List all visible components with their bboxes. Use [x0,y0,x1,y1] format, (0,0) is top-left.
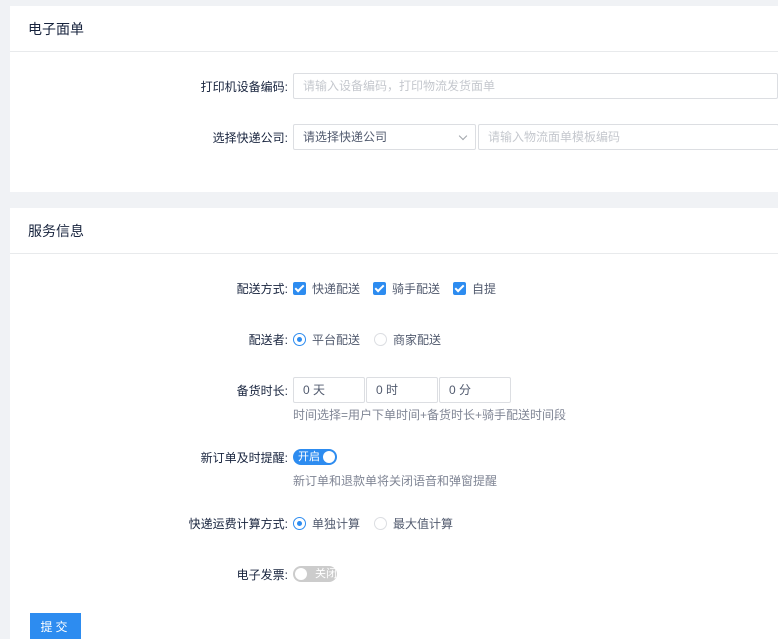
card-title: 电子面单 [10,6,778,52]
delivery-rider-checkbox[interactable]: 骑手配送 [373,280,440,297]
checkbox-checked-icon [453,281,467,295]
radio-selected-icon [293,516,306,530]
stock-time-label: 备货时长: [236,383,288,398]
new-order-reminder-hint: 新订单和退款单将关闭语音和弹窗提醒 [293,474,498,488]
electronic-waybill-card: 电子面单 打印机设备编码: 请输入设备编码，打印物流发货面单 选择快递公司: 请… [10,6,778,192]
radio-empty-icon [374,332,388,346]
courier-select-value: 请选择快递公司 [303,130,388,144]
checkbox-checked-icon [373,281,387,295]
stock-hour-input[interactable]: 0 时 [366,377,438,403]
freight-separate-radio[interactable]: 单独计算 [293,515,360,532]
courier-label: 选择快递公司: [212,130,288,145]
stock-time-hint: 时间选择=用户下单时间+备货时长+骑手配送时间段 [293,408,567,422]
freight-calc-label: 快递运费计算方式: [188,516,288,531]
template-code-input[interactable]: 请输入物流面单模板编码 [478,124,778,150]
delivery-method-row: 配送方式: 快递配送 骑手配送 自提 [10,275,778,301]
deliverer-row: 配送者: 平台配送 商家配送 [10,326,778,352]
checkbox-label: 快递配送 [312,281,361,296]
printer-code-input[interactable]: 请输入设备编码，打印物流发货面单 [293,73,778,99]
deliverer-merchant-radio[interactable]: 商家配送 [374,331,441,348]
printer-code-label: 打印机设备编码: [200,79,288,94]
freight-max-radio[interactable]: 最大值计算 [374,515,453,532]
switch-text: 关闭 [315,568,337,580]
checkbox-label: 自提 [472,281,497,296]
new-order-reminder-row: 新订单及时提醒: 开启 [10,444,778,470]
card-title: 服务信息 [10,208,778,254]
e-invoice-label: 电子发票: [236,567,288,582]
courier-select[interactable]: 请选择快递公司 [293,124,476,150]
radio-label: 平台配送 [312,332,361,347]
switch-knob [295,568,307,580]
switch-knob [323,451,335,463]
radio-label: 最大值计算 [393,516,454,531]
radio-selected-icon [293,332,306,346]
radio-empty-icon [374,516,388,530]
stock-time-row: 备货时长: 0 天 0 时 0 分 [10,377,778,403]
e-invoice-switch[interactable]: 关闭 [293,566,337,582]
delivery-pickup-checkbox[interactable]: 自提 [453,280,496,297]
freight-calc-row: 快递运费计算方式: 单独计算 最大值计算 [10,510,778,536]
e-invoice-row: 电子发票: 关闭 [10,561,778,587]
submit-button[interactable]: 提交 [30,613,81,639]
radio-label: 单独计算 [312,516,361,531]
printer-code-row: 打印机设备编码: 请输入设备编码，打印物流发货面单 [10,73,778,99]
chevron-down-icon [458,131,468,141]
switch-text: 开启 [298,451,320,463]
delivery-express-checkbox[interactable]: 快递配送 [293,280,360,297]
deliverer-label: 配送者: [248,332,288,347]
radio-label: 商家配送 [393,332,442,347]
delivery-method-label: 配送方式: [236,281,288,296]
service-info-card: 服务信息 配送方式: 快递配送 骑手配送 自提 配送者: 平台配送 商家配送 备… [10,208,778,639]
new-order-reminder-switch[interactable]: 开启 [293,449,337,465]
stock-minute-input[interactable]: 0 分 [439,377,511,403]
courier-row: 选择快递公司: 请选择快递公司 请输入物流面单模板编码 [10,124,778,150]
stock-day-input[interactable]: 0 天 [293,377,365,403]
deliverer-platform-radio[interactable]: 平台配送 [293,331,360,348]
checkbox-checked-icon [293,281,306,295]
new-order-reminder-label: 新订单及时提醒: [200,450,288,465]
checkbox-label: 骑手配送 [392,281,441,296]
